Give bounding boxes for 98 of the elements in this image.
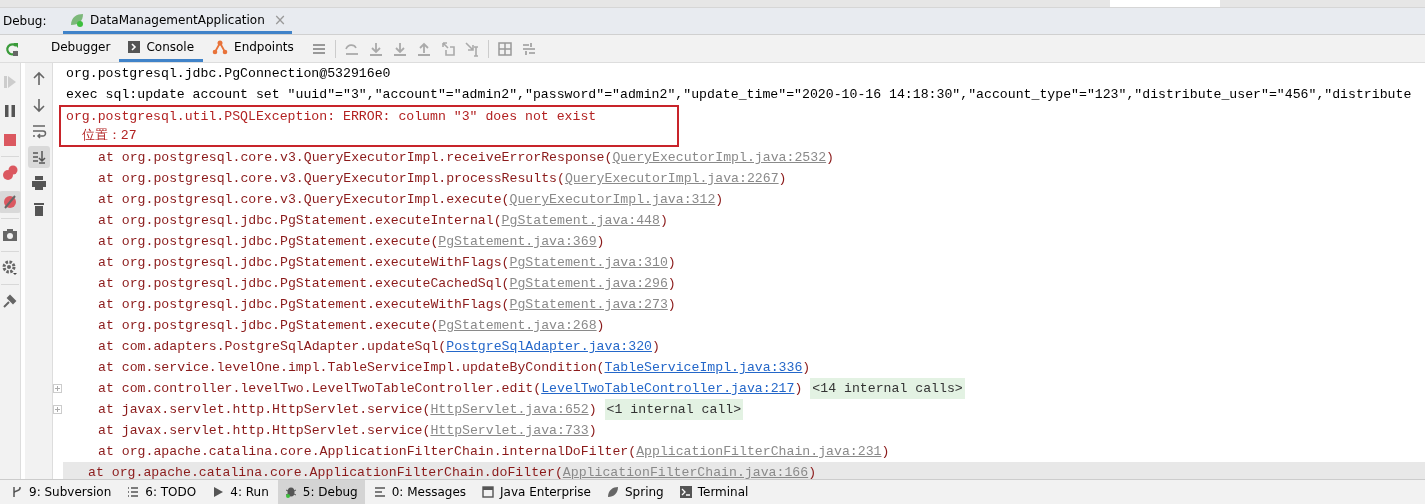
- stack-frame-text: at com.controller.levelTwo.LevelTwoTableController.edit(: [98, 380, 542, 398]
- stack-frame-text: at org.postgresql.jdbc.PgStatement.executeWithFlags(: [98, 296, 510, 314]
- scroll-to-end-icon[interactable]: [27, 146, 50, 168]
- internal-calls-fold[interactable]: <1 internal call>: [604, 399, 744, 420]
- force-step-into-icon[interactable]: [391, 40, 408, 57]
- source-link[interactable]: PgStatement.java:310: [509, 252, 668, 273]
- tool-window-button[interactable]: 9: Subversion: [4, 480, 119, 504]
- console-line: exec sql:update account set "uuid"="3","account"="admin2","password"="admin2","update_time"="2020-10-16 14:18:30","account_type"="123","distribute_user"="456","distribute: [65, 86, 1413, 104]
- leaf-icon: [606, 486, 619, 498]
- tool-window-button[interactable]: Spring: [599, 480, 671, 504]
- camera-icon[interactable]: [2, 227, 18, 243]
- stack-frame-text: at org.postgresql.core.v3.QueryExecutorImpl.receiveErrorResponse(: [98, 149, 613, 167]
- closing-paren: ): [881, 443, 890, 461]
- source-link[interactable]: PgStatement.java:369: [438, 231, 597, 252]
- source-link[interactable]: QueryExecutorImpl.java:312: [509, 189, 716, 210]
- error-line: org.postgresql.util.PSQLException: ERROR: column "3" does not exist: [65, 108, 598, 126]
- source-link[interactable]: PgStatement.java:268: [438, 315, 597, 336]
- tool-window-button[interactable]: Terminal: [672, 480, 756, 504]
- expand-icon[interactable]: [53, 405, 62, 414]
- source-link[interactable]: HttpServlet.java:733: [430, 420, 589, 441]
- settings-icon[interactable]: [2, 260, 18, 276]
- closing-paren: ): [667, 296, 676, 314]
- tool-tab[interactable]: Console: [119, 35, 204, 62]
- source-link[interactable]: QueryExecutorImpl.java:2267: [564, 168, 779, 189]
- closing-paren: ): [808, 464, 817, 479]
- closing-paren: ): [667, 254, 676, 272]
- stack-frame-text: at org.postgresql.jdbc.PgStatement.execute(: [98, 233, 439, 251]
- drop-frame-icon[interactable]: [439, 40, 456, 57]
- play-icon: [212, 486, 225, 498]
- stack-frame-text: at org.postgresql.jdbc.PgStatement.executeCachedSql(: [98, 275, 510, 293]
- source-link[interactable]: LevelTwoTableController.java:217: [541, 378, 795, 399]
- pause-icon[interactable]: [2, 103, 18, 119]
- stack-frame-text: at org.apache.catalina.core.ApplicationFilterChain.internalDoFilter(: [98, 443, 637, 461]
- stop-icon[interactable]: [2, 132, 18, 148]
- session-tab-title: DataManagementApplication: [90, 12, 265, 27]
- stack-frame-text: at com.adapters.PostgreSqlAdapter.updateSql(: [98, 338, 447, 356]
- closing-paren: ): [715, 191, 724, 209]
- window-icon: [482, 486, 495, 498]
- list-icon: [127, 486, 140, 498]
- tool-window-button[interactable]: Java Enterprise: [475, 480, 598, 504]
- stack-frame-text: at org.postgresql.core.v3.QueryExecutorImpl.execute(: [98, 191, 510, 209]
- closing-paren: ): [588, 401, 597, 419]
- stack-frame-text: at com.service.levelOne.impl.TableServiceImpl.updateByCondition(: [98, 359, 605, 377]
- closing-paren: ): [588, 422, 597, 440]
- tool-window-button[interactable]: 5: Debug: [277, 480, 365, 504]
- stack-frame-text: at org.postgresql.jdbc.PgStatement.executeWithFlags(: [98, 254, 510, 272]
- table-icon[interactable]: [496, 40, 513, 57]
- soft-wrap-icon[interactable]: [30, 123, 47, 139]
- run-to-cursor-icon[interactable]: [463, 40, 480, 57]
- source-link[interactable]: PgStatement.java:273: [509, 294, 668, 315]
- stack-frame-text: at javax.servlet.http.HttpServlet.service(: [98, 401, 431, 419]
- down-arrow-icon[interactable]: [30, 97, 47, 113]
- endpoints-icon: [212, 39, 229, 55]
- source-link[interactable]: PgStatement.java:448: [501, 210, 660, 231]
- print-icon[interactable]: [30, 175, 47, 191]
- source-link[interactable]: ApplicationFilterChain.java:166: [562, 462, 809, 479]
- spring-leaf-icon: [69, 11, 85, 28]
- internal-calls-fold[interactable]: <14 internal calls>: [810, 378, 965, 399]
- closing-paren: ): [778, 170, 787, 188]
- closing-paren: ): [826, 149, 834, 167]
- step-out-icon[interactable]: [415, 40, 432, 57]
- console-icon: [128, 41, 141, 53]
- tool-tab[interactable]: Debugger: [42, 35, 120, 62]
- source-link[interactable]: PgStatement.java:296: [509, 273, 668, 294]
- breakpoints-icon[interactable]: [2, 165, 18, 181]
- source-link[interactable]: QueryExecutorImpl.java:2532: [612, 147, 827, 168]
- bug-icon: [284, 486, 297, 498]
- stack-frame-text: at org.postgresql.jdbc.PgStatement.execute(: [98, 317, 439, 335]
- console-line: org.postgresql.jdbc.PgConnection@532916e0: [65, 65, 392, 83]
- layout-icon[interactable]: [520, 40, 537, 57]
- mute-breakpoints-icon[interactable]: [0, 191, 21, 213]
- stack-frame-text: at org.apache.catalina.core.ApplicationFilterChain.doFilter(: [88, 464, 563, 479]
- closing-paren: ): [802, 359, 811, 377]
- stack-frame-text: at org.postgresql.jdbc.PgStatement.executeInternal(: [98, 212, 502, 230]
- expand-icon[interactable]: [53, 384, 62, 393]
- lines-icon: [373, 486, 386, 498]
- closing-paren: ): [596, 233, 605, 251]
- source-link[interactable]: TableServiceImpl.java:336: [604, 357, 803, 378]
- tool-tab[interactable]: Endpoints: [203, 35, 303, 62]
- terminal-icon: [679, 486, 692, 498]
- closing-paren: ): [794, 380, 803, 398]
- branch-icon: [11, 486, 23, 498]
- step-into-icon[interactable]: [367, 40, 384, 57]
- tool-window-button[interactable]: 0: Messages: [366, 480, 474, 504]
- rerun-icon[interactable]: [4, 40, 20, 57]
- tool-window-button[interactable]: 4: Run: [205, 480, 276, 504]
- debug-label: Debug:: [2, 13, 48, 30]
- closing-paren: ): [596, 317, 605, 335]
- source-link[interactable]: ApplicationFilterChain.java:231: [636, 441, 882, 462]
- tool-window-button[interactable]: 6: TODO: [120, 480, 204, 504]
- source-link[interactable]: HttpServlet.java:652: [430, 399, 589, 420]
- source-link[interactable]: PostgreSqlAdapter.java:320: [446, 336, 652, 357]
- error-line: 位置：27: [80, 127, 138, 145]
- stack-frame-text: at org.postgresql.core.v3.QueryExecutorImpl.processResults(: [98, 170, 565, 188]
- closing-paren: ): [659, 212, 668, 230]
- closing-paren: ): [667, 275, 676, 293]
- closing-paren: ): [652, 338, 660, 356]
- stack-frame-text: at javax.servlet.http.HttpServlet.service(: [98, 422, 431, 440]
